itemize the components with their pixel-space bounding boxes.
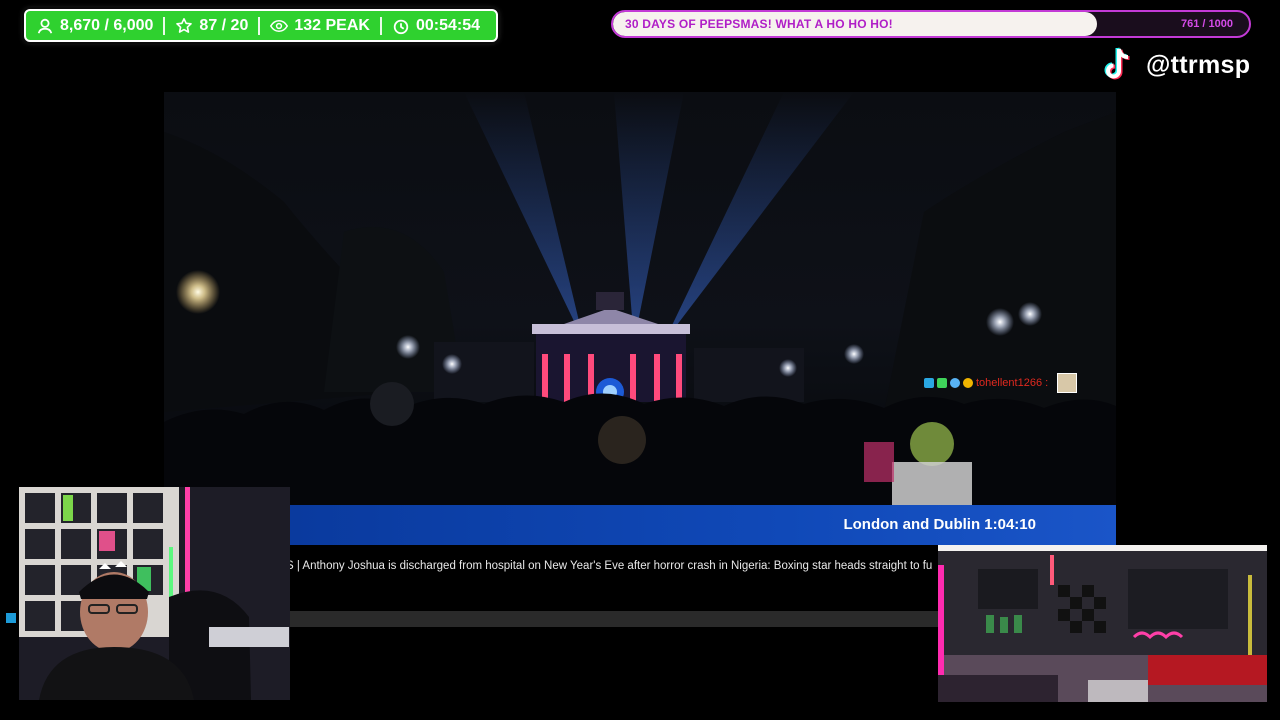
location-clock: London and Dublin 1:04:10 — [843, 516, 1036, 533]
main-video-feed: tohellent1266 : — [164, 92, 1116, 510]
goal-progress-bar: 30 DAYS OF PEEPSMAS! WHAT A HO HO HO! 76… — [611, 10, 1251, 38]
divider — [163, 16, 166, 35]
uptime-value: 00:54:54 — [415, 16, 480, 34]
chat-badge-icon — [937, 378, 947, 388]
chat-separator: : — [1045, 377, 1049, 389]
chat-badge-icon — [963, 378, 973, 388]
chat-username: tohellent1266 — [976, 377, 1043, 389]
uptime-stat: 00:54:54 — [382, 11, 490, 40]
video-scene — [164, 92, 1116, 510]
followers-stat: 8,670 / 6,000 — [26, 11, 163, 40]
peak-viewers: 132 PEAK — [294, 16, 370, 34]
divider — [379, 16, 382, 35]
user-icon — [37, 18, 53, 33]
chat-badge-icon — [950, 378, 960, 388]
subs-count: 87 / 20 — [199, 16, 249, 34]
divider — [258, 16, 261, 35]
windows-icon — [6, 613, 16, 623]
video-progress-strip — [290, 611, 940, 627]
webcam-scene — [19, 487, 290, 700]
eye-icon — [270, 19, 289, 32]
goal-progress-text: 761 / 1000 — [1181, 18, 1233, 30]
tiktok-icon — [1104, 47, 1130, 80]
stream-stats-bar: 8,670 / 6,000 87 / 20 132 PEAK 00:54:54 — [24, 9, 498, 42]
news-location-banner: London and Dublin 1:04:10 — [290, 505, 1116, 545]
followers-count: 8,670 / 6,000 — [60, 16, 154, 34]
social-handle: @ttrmsp — [1100, 46, 1250, 84]
chat-overlay-line: tohellent1266 : — [924, 373, 1078, 393]
chat-badge-icon — [924, 378, 934, 388]
viewers-stat: 132 PEAK — [260, 11, 380, 40]
clock-icon — [393, 19, 409, 34]
chat-avatar — [1057, 373, 1078, 393]
room-scene — [938, 545, 1267, 702]
streamer-webcam — [19, 487, 290, 700]
subs-stat: 87 / 20 — [165, 11, 258, 40]
room-webcam — [938, 545, 1267, 702]
news-ticker: S | Anthony Joshua is discharged from ho… — [286, 560, 933, 572]
goal-title: 30 DAYS OF PEEPSMAS! WHAT A HO HO HO! — [625, 17, 893, 31]
news-ticker-row: S | Anthony Joshua is discharged from ho… — [286, 546, 940, 590]
star-icon — [176, 17, 193, 33]
tiktok-handle: @ttrmsp — [1146, 50, 1251, 79]
